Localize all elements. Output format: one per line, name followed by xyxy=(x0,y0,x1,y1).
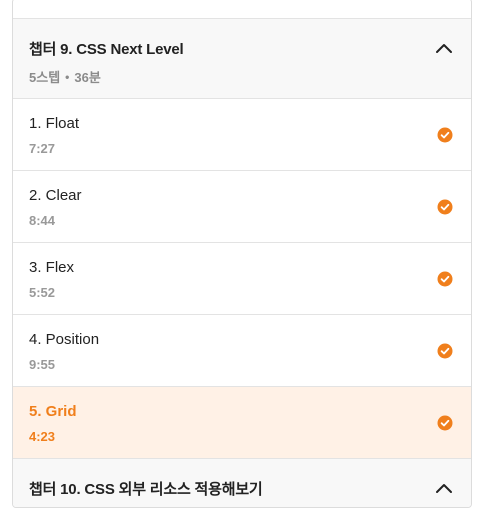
chapter-10-header[interactable]: 챕터 10. CSS 외부 리소스 적용해보기 xyxy=(13,459,471,507)
lesson-time: 7:27 xyxy=(29,141,56,156)
lesson-time: 8:44 xyxy=(29,213,56,228)
meta-separator: • xyxy=(65,69,70,84)
chapter-9-title: 챕터 9. CSS Next Level xyxy=(29,41,184,58)
lesson-title: 1. Float xyxy=(29,115,80,132)
check-circle-icon xyxy=(437,199,453,215)
lesson-item-grid[interactable]: 5. Grid 4:23 xyxy=(13,387,471,459)
lesson-time: 9:55 xyxy=(29,357,56,372)
chapter-9-meta: 5스텝 • 36분 xyxy=(29,67,455,86)
curriculum-panel: 챕터 9. CSS Next Level 5스텝 • 36분 1. Float … xyxy=(12,0,472,508)
chapter-9-steps: 5스텝 xyxy=(29,70,61,85)
check-circle-icon xyxy=(437,415,453,431)
chapter-9-duration: 36분 xyxy=(74,70,101,85)
lesson-item-clear[interactable]: 2. Clear 8:44 xyxy=(13,171,471,243)
previous-chapter-bottom[interactable] xyxy=(13,0,471,19)
check-circle-icon xyxy=(437,271,453,287)
lesson-title: 4. Position xyxy=(29,331,100,348)
lesson-time: 5:52 xyxy=(29,285,56,300)
chevron-up-icon[interactable] xyxy=(435,42,453,54)
check-circle-icon xyxy=(437,343,453,359)
lesson-item-position[interactable]: 4. Position 9:55 xyxy=(13,315,471,387)
lesson-title: 5. Grid xyxy=(29,403,77,420)
lesson-item-flex[interactable]: 3. Flex 5:52 xyxy=(13,243,471,315)
lesson-item-float[interactable]: 1. Float 7:27 xyxy=(13,99,471,171)
chapter-9-header[interactable]: 챕터 9. CSS Next Level 5스텝 • 36분 xyxy=(13,19,471,99)
lesson-title: 3. Flex xyxy=(29,259,75,276)
lesson-time: 4:23 xyxy=(29,429,56,444)
chevron-up-icon[interactable] xyxy=(435,482,453,494)
lesson-title: 2. Clear xyxy=(29,187,82,204)
check-circle-icon xyxy=(437,127,453,143)
